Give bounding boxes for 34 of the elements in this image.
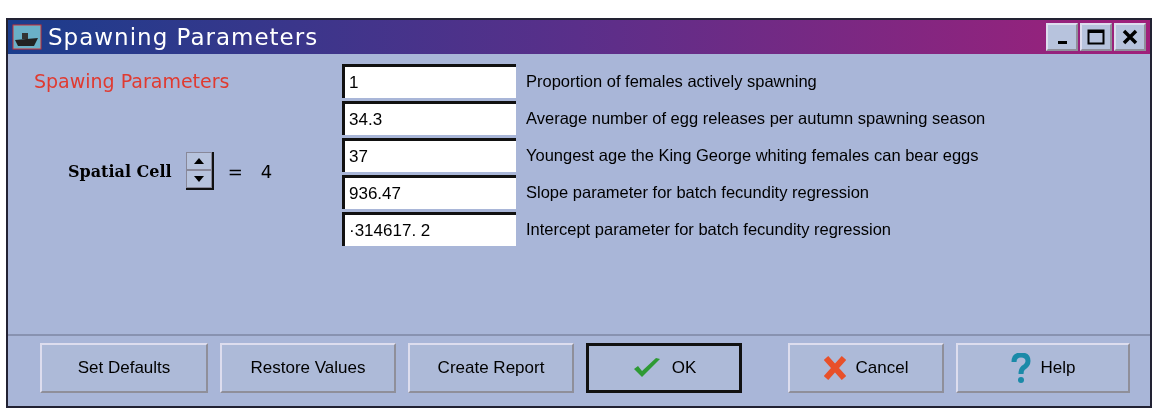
maximize-icon: [1087, 29, 1105, 45]
field-label: Intercept parameter for batch fecundity regression: [526, 219, 892, 239]
question-mark-icon: [1010, 353, 1031, 383]
close-icon: [1122, 29, 1138, 45]
input-field[interactable]: 1: [342, 64, 516, 98]
up-triangle-icon: [193, 158, 204, 164]
field-label: Slope parameter for batch fecundity regression: [526, 182, 870, 202]
input-field[interactable]: ·314617. 2: [342, 212, 516, 246]
section-heading: Spawing Parameters: [34, 70, 231, 92]
minimize-button[interactable]: [1046, 23, 1078, 51]
spatial-cell-label: Spatial Cell: [68, 161, 172, 181]
input-field[interactable]: 37: [342, 138, 516, 172]
dialog-button[interactable]: OK: [586, 343, 742, 393]
maximize-button[interactable]: [1080, 23, 1112, 51]
dialog-button[interactable]: Create Report: [408, 343, 574, 393]
spin-down-button[interactable]: [185, 170, 212, 188]
close-button[interactable]: [1114, 23, 1146, 51]
field-label: Youngest age the King George whiting females can bear eggs: [526, 145, 979, 165]
spin-up-button[interactable]: [185, 152, 212, 170]
dialog-button[interactable]: Cancel: [788, 343, 944, 393]
minimize-icon: [1057, 40, 1067, 44]
dialog-button[interactable]: Restore Values: [220, 343, 396, 393]
input-field[interactable]: 936.47: [342, 175, 516, 209]
field-label: Average number of egg releases per autumn spawning season: [526, 108, 986, 128]
field-label: Proportion of females actively spawning: [526, 71, 817, 91]
input-field[interactable]: 34.3: [342, 101, 516, 135]
cross-icon: [823, 356, 846, 380]
window-title: Spawning Parameters: [48, 24, 319, 50]
dialog-button[interactable]: Set Defaults: [40, 343, 208, 393]
dialog-button[interactable]: Help: [956, 343, 1130, 393]
spatial-cell-value: 4: [260, 160, 273, 182]
ship-icon: [12, 24, 42, 50]
equals-sign: =: [227, 160, 243, 182]
down-triangle-icon: [193, 176, 204, 182]
